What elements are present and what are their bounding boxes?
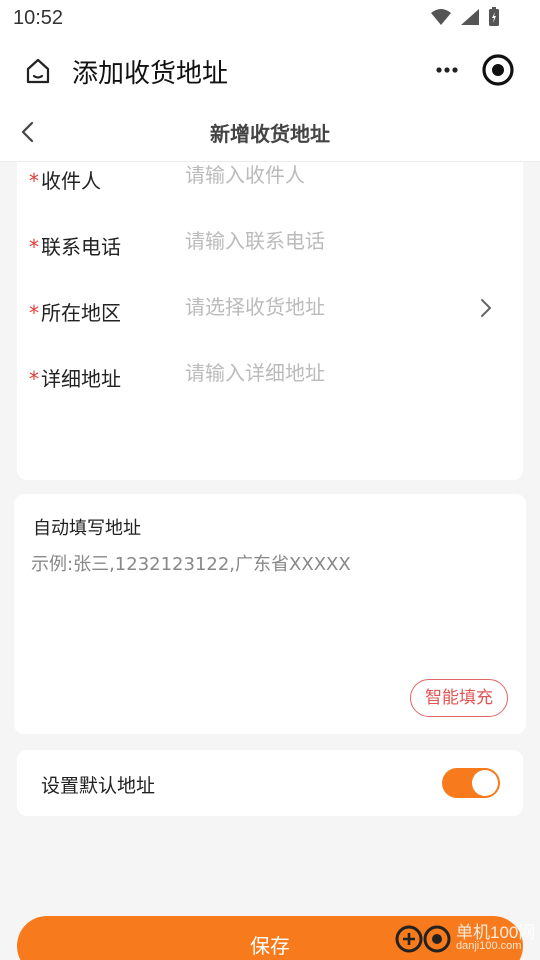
- default-address-card: 设置默认地址: [17, 750, 523, 816]
- recipient-label: * 收件人: [29, 169, 101, 193]
- phone-row: * 联系电话: [17, 229, 523, 291]
- phone-label: * 联系电话: [29, 235, 121, 259]
- required-mark: *: [29, 301, 39, 325]
- status-bar: 10:52: [0, 0, 540, 36]
- home-icon[interactable]: [24, 57, 52, 85]
- watermark-logo-icon: [395, 925, 451, 953]
- recipient-row: * 收件人: [17, 163, 523, 225]
- required-mark: *: [29, 169, 39, 193]
- target-icon[interactable]: [481, 53, 515, 87]
- required-mark: *: [29, 235, 39, 259]
- default-address-toggle[interactable]: [442, 768, 500, 798]
- watermark-sub: danji100.com: [456, 940, 522, 952]
- region-label: * 所在地区: [29, 301, 121, 325]
- default-address-label: 设置默认地址: [41, 775, 156, 797]
- battery-icon: [489, 7, 499, 26]
- autofill-title: 自动填写地址: [33, 518, 141, 539]
- detail-address-input[interactable]: [185, 361, 465, 385]
- recipient-input[interactable]: [185, 163, 465, 187]
- toggle-knob: [472, 770, 498, 796]
- more-icon[interactable]: [434, 60, 460, 80]
- wifi-icon: [431, 9, 451, 25]
- nav-bar: 新增收货地址: [0, 104, 540, 162]
- signal-icon: [461, 9, 479, 25]
- app-bar: 添加收货地址: [0, 36, 540, 104]
- required-mark: *: [29, 367, 39, 391]
- detail-address-label: * 详细地址: [29, 367, 121, 391]
- autofill-card: 自动填写地址 智能填充: [14, 494, 526, 734]
- phone-input[interactable]: [185, 229, 465, 253]
- region-select[interactable]: [185, 295, 465, 319]
- status-icons: [430, 7, 500, 27]
- address-form: *收件人 *联系电话 *所在地区 *详细地址: [17, 162, 523, 480]
- status-time: 10:52: [13, 7, 64, 29]
- page-title: 添加收货地址: [72, 59, 229, 89]
- nav-title: 新增收货地址: [210, 122, 330, 146]
- detail-address-row: * 详细地址: [17, 361, 523, 423]
- region-row[interactable]: * 所在地区: [17, 295, 523, 357]
- smart-fill-button[interactable]: 智能填充: [410, 679, 508, 717]
- chevron-right-icon[interactable]: [479, 297, 493, 319]
- autofill-textarea[interactable]: [31, 550, 501, 650]
- watermark: 单机100网 danji100.com: [394, 918, 540, 960]
